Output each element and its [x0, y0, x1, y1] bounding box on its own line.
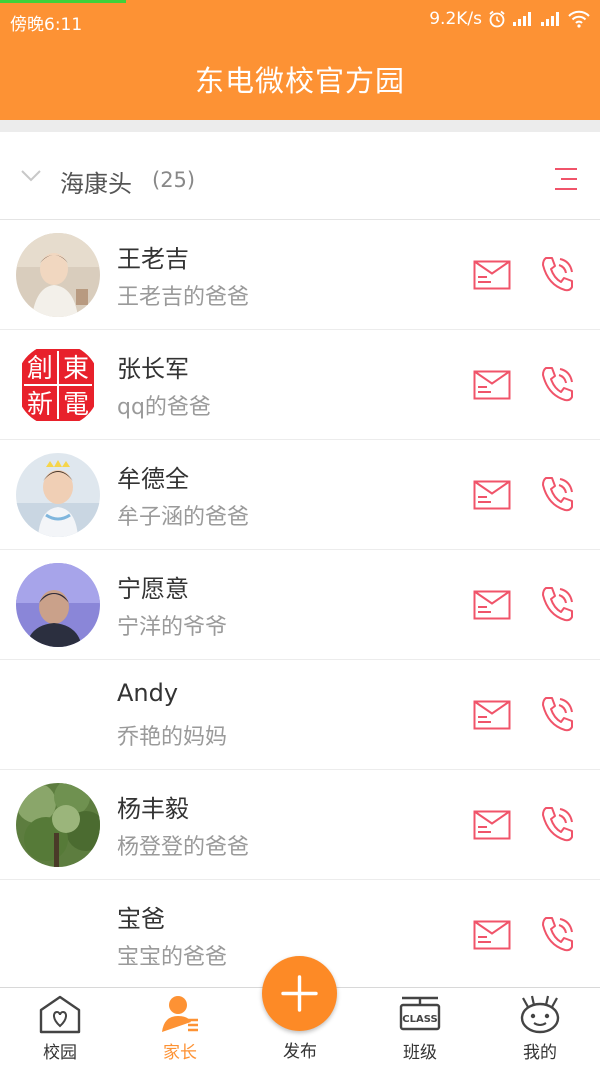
tab-label: 班级 [403, 1043, 437, 1063]
message-icon[interactable] [473, 920, 511, 950]
message-icon[interactable] [473, 590, 511, 620]
alarm-icon [488, 10, 506, 28]
message-icon[interactable] [473, 260, 511, 290]
avatar[interactable]: 創 東 新 電 [16, 343, 100, 427]
tab-class[interactable]: CLASS 班级 [360, 988, 480, 1067]
menu-icon[interactable] [552, 165, 580, 197]
contact-list: 王老吉 王老吉的爸爸 創 東 新 電 张长军 qq的爸爸 牟德全 牟子涵的爸爸 … [0, 220, 600, 990]
message-icon[interactable] [473, 700, 511, 730]
seal-char-2: 東 [63, 354, 89, 384]
seal-char-1: 創 [27, 354, 53, 384]
tab-label: 家长 [163, 1043, 197, 1063]
group-header[interactable]: 海康头 (25) [0, 140, 600, 220]
plus-icon [281, 975, 318, 1012]
status-icons: 9.2K/s [429, 9, 590, 29]
tab-school[interactable]: 校园 [0, 988, 120, 1067]
phone-icon[interactable] [540, 695, 576, 733]
avatar[interactable] [16, 233, 100, 317]
school-icon [38, 994, 82, 1038]
list-item[interactable]: 杨丰毅 杨登登的爸爸 [0, 770, 600, 880]
contact-relation: 宝宝的爸爸 [117, 945, 228, 970]
contact-relation: 杨登登的爸爸 [117, 835, 250, 860]
class-icon: CLASS [398, 994, 442, 1038]
status-bar: 傍晚6:11 9.2K/s [0, 0, 600, 40]
contact-relation: 王老吉的爸爸 [117, 285, 250, 310]
chevron-down-icon[interactable] [20, 168, 42, 187]
contact-relation: 乔艳的妈妈 [117, 725, 228, 750]
tab-label: 我的 [523, 1043, 557, 1063]
message-icon[interactable] [473, 810, 511, 840]
list-item[interactable]: 宁愿意 宁洋的爷爷 [0, 550, 600, 660]
list-item[interactable]: 創 東 新 電 张长军 qq的爸爸 [0, 330, 600, 440]
group-name: 海康头 [60, 170, 132, 198]
contact-relation: 牟子涵的爸爸 [117, 505, 250, 530]
phone-icon[interactable] [540, 255, 576, 293]
contact-name: 张长军 [117, 355, 189, 383]
avatar[interactable] [16, 783, 100, 867]
contact-name: 杨丰毅 [117, 795, 189, 823]
phone-icon[interactable] [540, 365, 576, 403]
tab-me[interactable]: 我的 [480, 988, 600, 1067]
phone-icon[interactable] [540, 585, 576, 623]
message-icon[interactable] [473, 370, 511, 400]
list-item[interactable]: 王老吉 王老吉的爸爸 [0, 220, 600, 330]
seal-char-4: 電 [63, 390, 89, 420]
app-header: 东电微校官方园 [0, 40, 600, 120]
phone-icon[interactable] [540, 805, 576, 843]
seal-char-3: 新 [27, 390, 53, 420]
tab-parent[interactable]: 家长 [120, 988, 240, 1067]
contact-name: 牟德全 [117, 465, 189, 493]
profile-face-icon [518, 994, 562, 1038]
message-icon[interactable] [473, 480, 511, 510]
group-count: (25) [152, 168, 196, 192]
status-time: 傍晚6:11 [10, 15, 83, 35]
publish-button[interactable] [262, 956, 337, 1031]
publish-label[interactable]: 发布 [240, 1037, 360, 1062]
phone-icon[interactable] [540, 915, 576, 953]
contact-relation: 宁洋的爷爷 [117, 615, 228, 640]
phone-icon[interactable] [540, 475, 576, 513]
avatar[interactable] [16, 453, 100, 537]
signal-icon [540, 11, 562, 27]
contact-relation: qq的爸爸 [117, 395, 211, 420]
parent-icon [158, 994, 202, 1038]
loading-progress [0, 0, 126, 3]
avatar[interactable] [16, 563, 100, 647]
contact-name: 宝爸 [117, 905, 165, 933]
net-speed: 9.2K/s [429, 9, 482, 29]
wifi-icon [568, 10, 590, 28]
tab-label: 校园 [43, 1043, 77, 1063]
list-item[interactable]: 牟德全 牟子涵的爸爸 [0, 440, 600, 550]
svg-text:CLASS: CLASS [402, 1014, 437, 1025]
contact-name: Andy [117, 679, 179, 707]
contact-name: 王老吉 [117, 245, 189, 273]
contact-name: 宁愿意 [117, 575, 189, 603]
list-item[interactable]: Andy 乔艳的妈妈 [0, 660, 600, 770]
page-title: 东电微校官方园 [194, 64, 405, 98]
signal-icon [512, 11, 534, 27]
section-divider [0, 120, 600, 140]
